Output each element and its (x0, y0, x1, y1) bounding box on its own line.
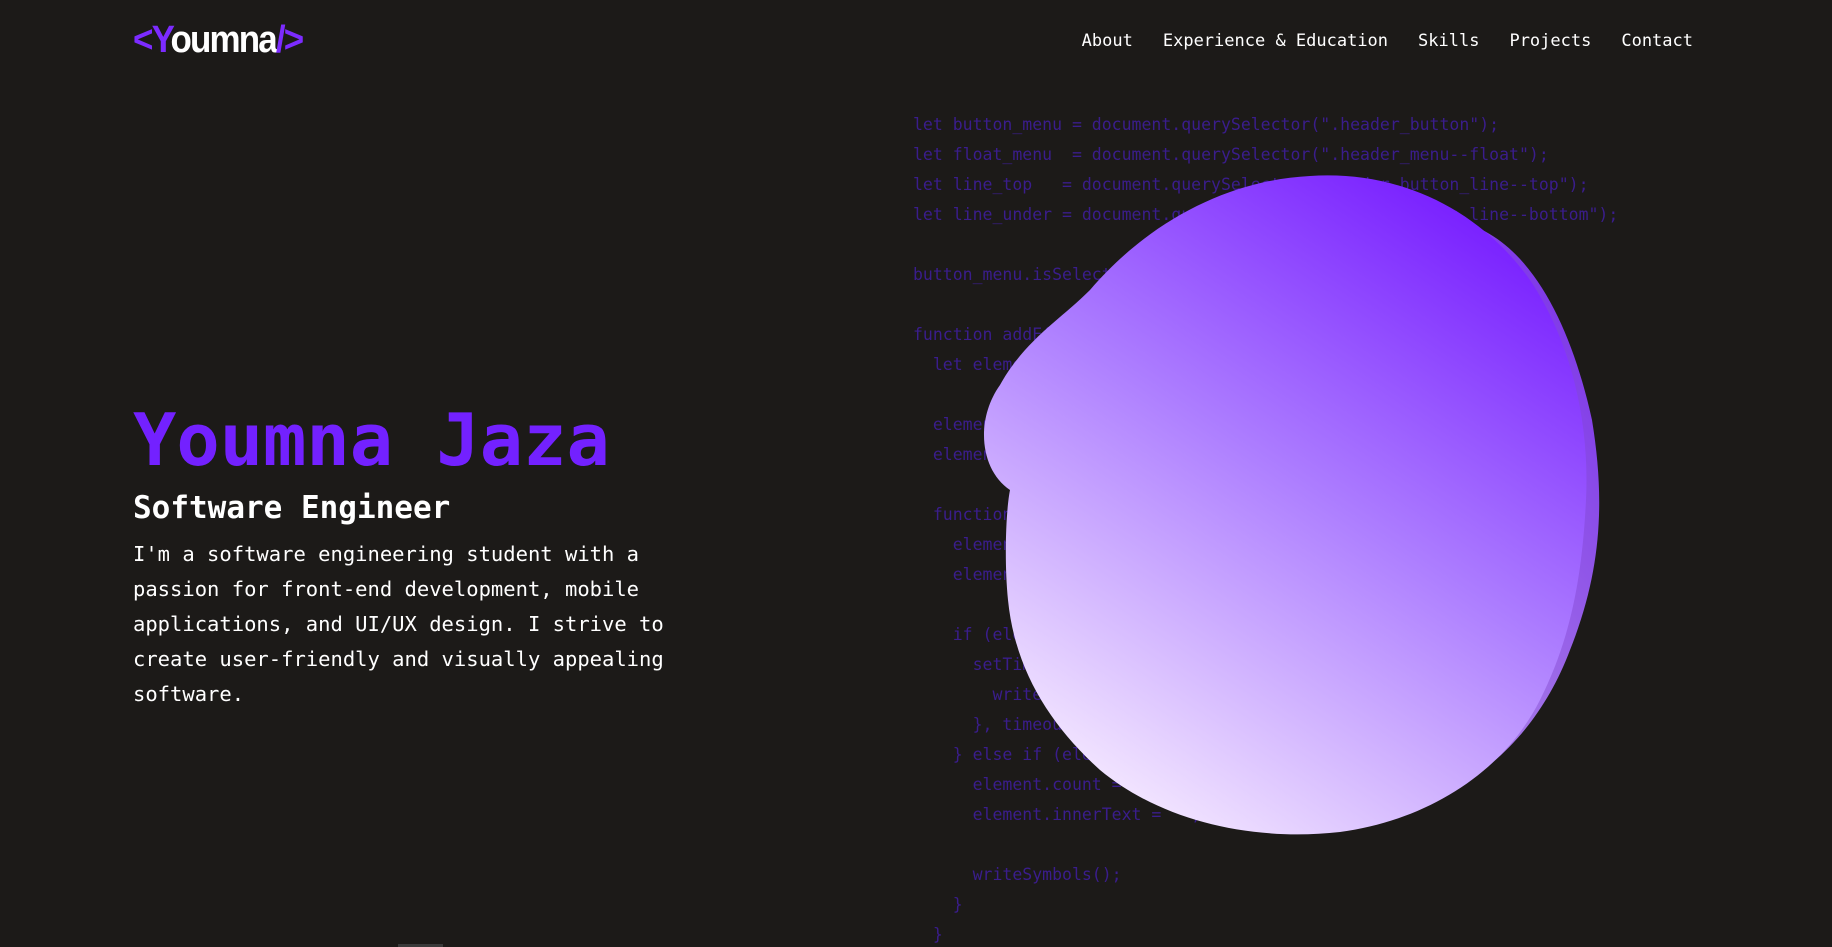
hero-description: I'm a software engineering student with … (133, 542, 664, 706)
nav-skills[interactable]: Skills (1418, 30, 1479, 52)
hero-section: Youmna Jaza Software Engineer I'm a soft… (133, 395, 693, 712)
site-logo[interactable]: <Youmna/> (133, 16, 304, 64)
nav-contact[interactable]: Contact (1621, 30, 1693, 52)
logo-open: <Y (133, 19, 172, 61)
nav-experience-education[interactable]: Experience & Education (1163, 30, 1388, 52)
site-header: <Youmna/> About Experience & Education S… (0, 0, 1832, 80)
nav-projects[interactable]: Projects (1509, 30, 1591, 52)
nav-about[interactable]: About (1082, 30, 1133, 52)
main-nav: About Experience & Education Skills Proj… (1082, 30, 1693, 52)
hero-role: Software Engineer (133, 490, 451, 526)
gradient-blob (983, 175, 1600, 835)
logo-close: /> (275, 19, 304, 61)
hero-name: Youmna Jaza (133, 398, 610, 482)
logo-text: oumna (170, 19, 277, 61)
